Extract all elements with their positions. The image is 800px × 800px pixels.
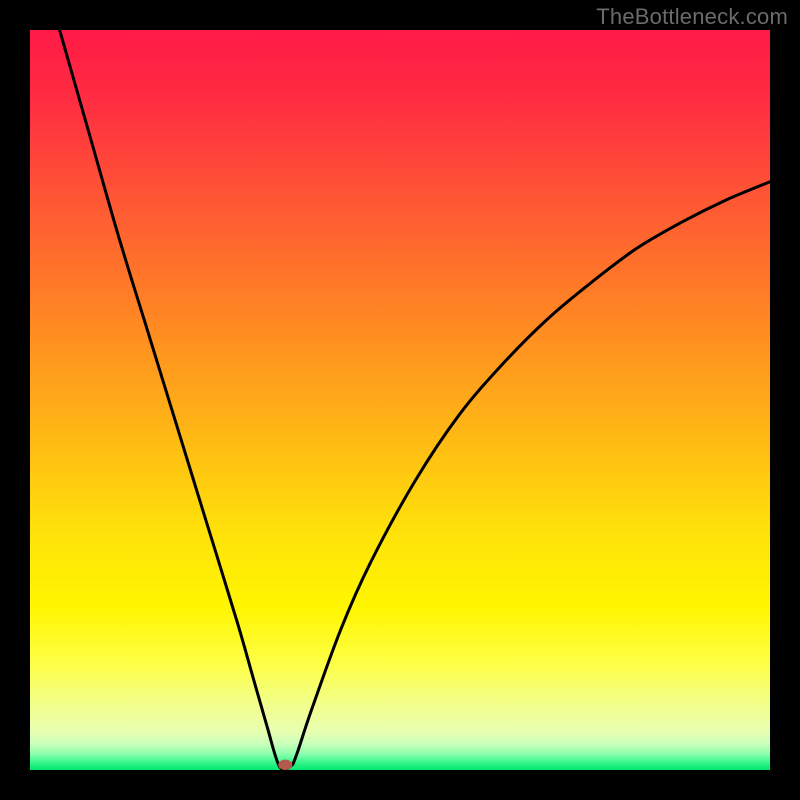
gradient-background [30, 30, 770, 770]
plot-area-wrapper [30, 30, 770, 770]
chart-svg [30, 30, 770, 770]
watermark-text: TheBottleneck.com [596, 4, 788, 30]
minimum-marker [278, 760, 292, 770]
chart-frame: TheBottleneck.com [0, 0, 800, 800]
